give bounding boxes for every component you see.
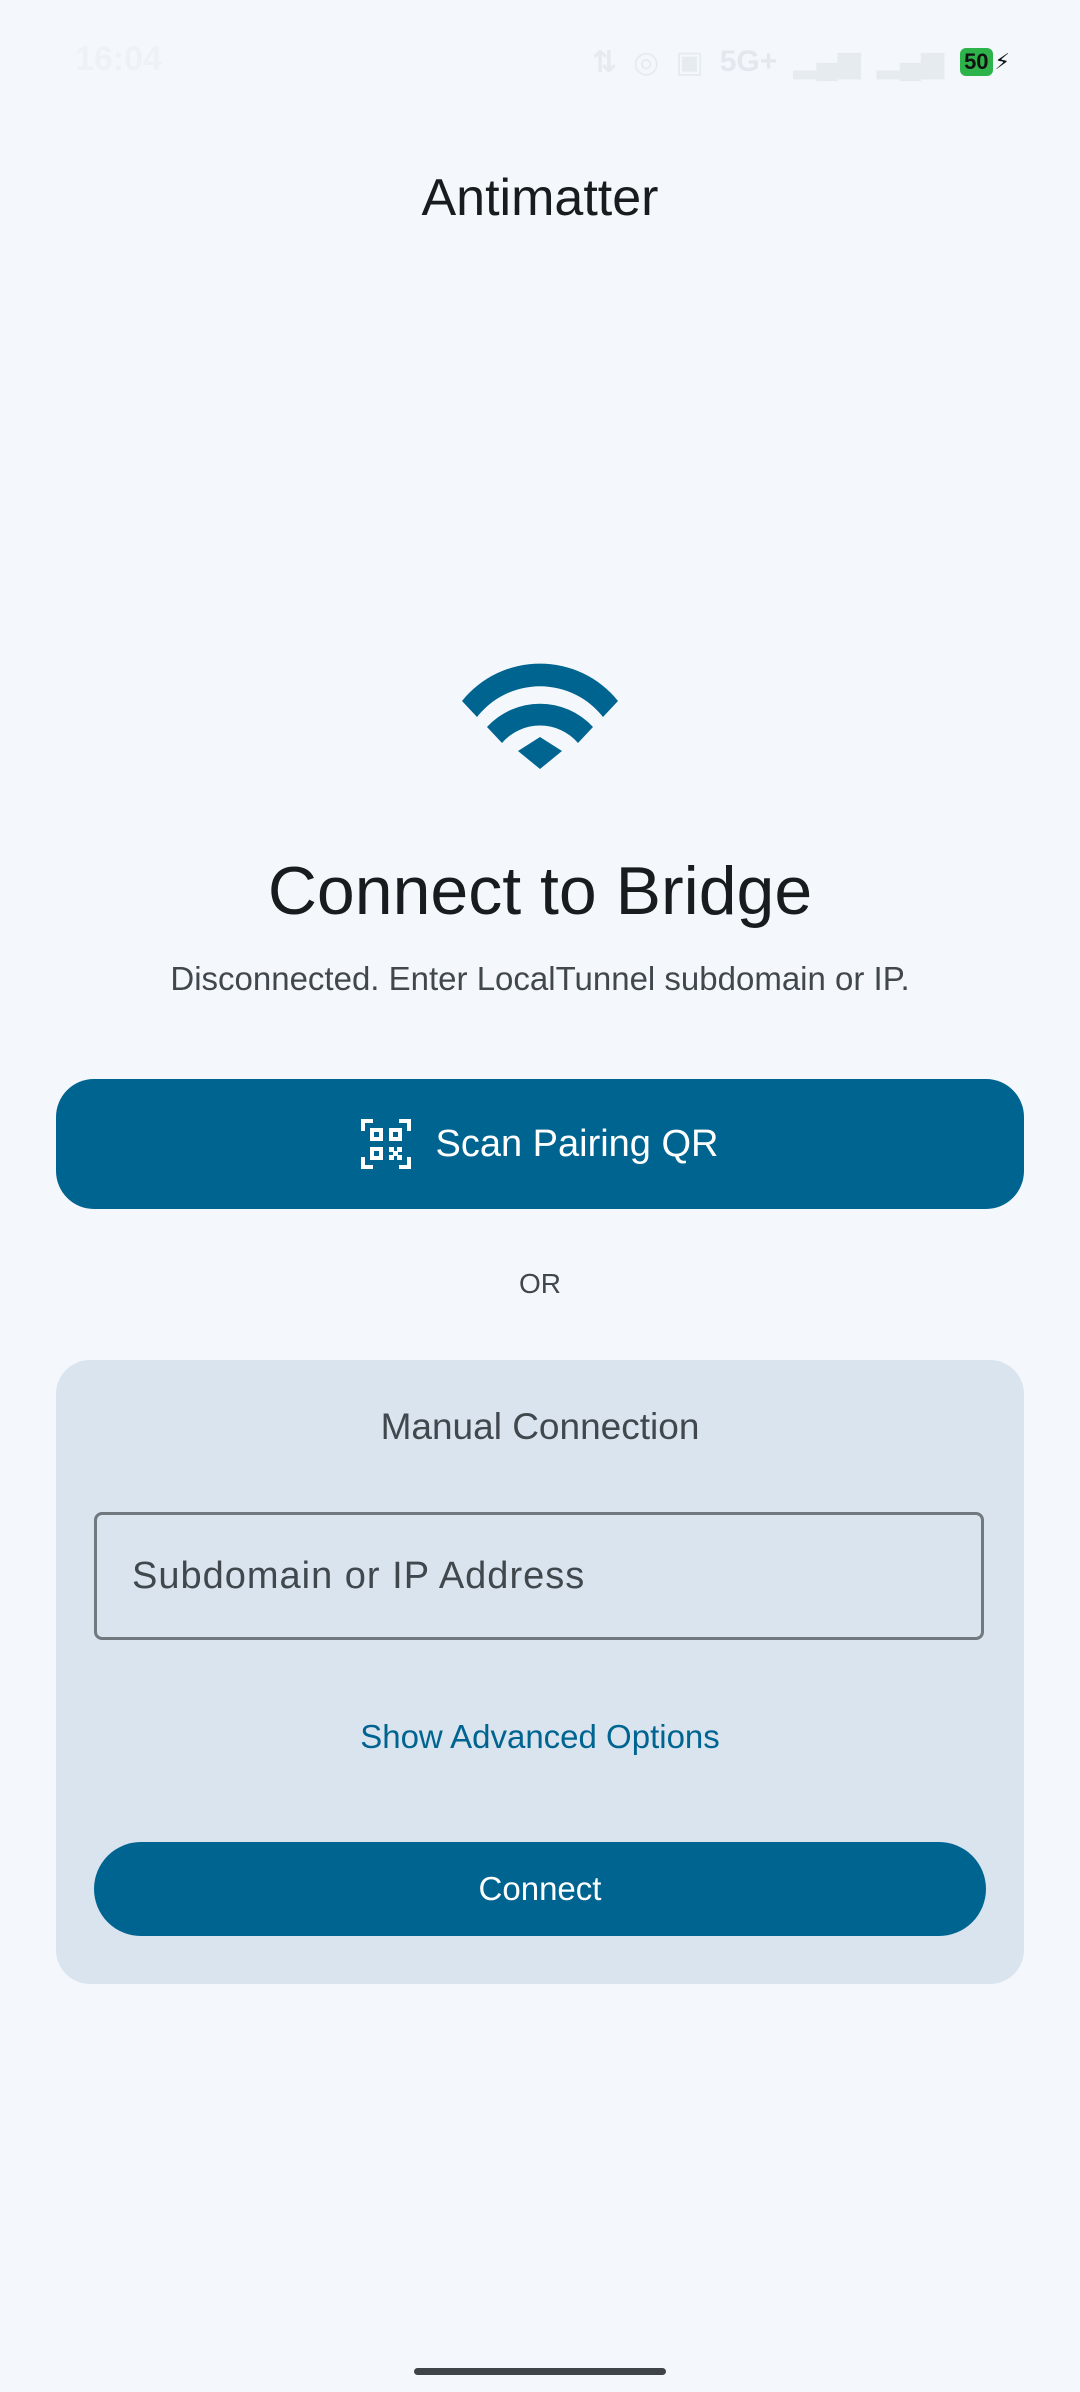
- wifi-icon: [462, 663, 618, 769]
- battery-level: 50: [960, 48, 993, 76]
- network-type: 5G+: [719, 45, 778, 78]
- status-icons: ⇅ ◎ ▣ 5G+ ▂▄▆ ▂▄▆ 50 ⚡: [592, 44, 1010, 80]
- connection-status: Disconnected. Enter LocalTunnel subdomai…: [170, 960, 910, 997]
- connect-button[interactable]: Connect: [94, 1842, 986, 1936]
- qr-code-scanner-icon: [361, 1119, 412, 1169]
- hotspot-icon: ◎: [633, 45, 660, 79]
- home-indicator[interactable]: [414, 2368, 666, 2375]
- charging-icon: ⚡: [994, 49, 1010, 74]
- battery-icon: 50 ⚡: [960, 48, 1010, 76]
- notification-icon: ▣: [675, 45, 704, 79]
- connect-button-label: Connect: [478, 1870, 602, 1907]
- status-bar: 16:04 ⇅ ◎ ▣ 5G+ ▂▄▆ ▂▄▆ 50 ⚡: [0, 0, 1080, 126]
- app-title: Antimatter: [421, 169, 659, 227]
- show-advanced-options-link[interactable]: Show Advanced Options: [56, 1718, 1024, 1756]
- status-time: 16:04: [75, 40, 162, 78]
- or-divider: OR: [519, 1268, 561, 1299]
- scan-button-label: Scan Pairing QR: [435, 1122, 719, 1165]
- manual-connection-card: Manual Connection Show Advanced Options …: [56, 1360, 1024, 1984]
- signal-icon-2: ▂▄▆: [876, 45, 945, 79]
- subdomain-ip-input[interactable]: [94, 1512, 984, 1640]
- data-speed-icon: ⇅: [592, 45, 618, 79]
- page-heading: Connect to Bridge: [267, 853, 813, 929]
- scan-pairing-qr-button[interactable]: Scan Pairing QR: [56, 1079, 1024, 1209]
- card-title: Manual Connection: [380, 1406, 700, 1447]
- signal-icon: ▂▄▆: [793, 45, 861, 79]
